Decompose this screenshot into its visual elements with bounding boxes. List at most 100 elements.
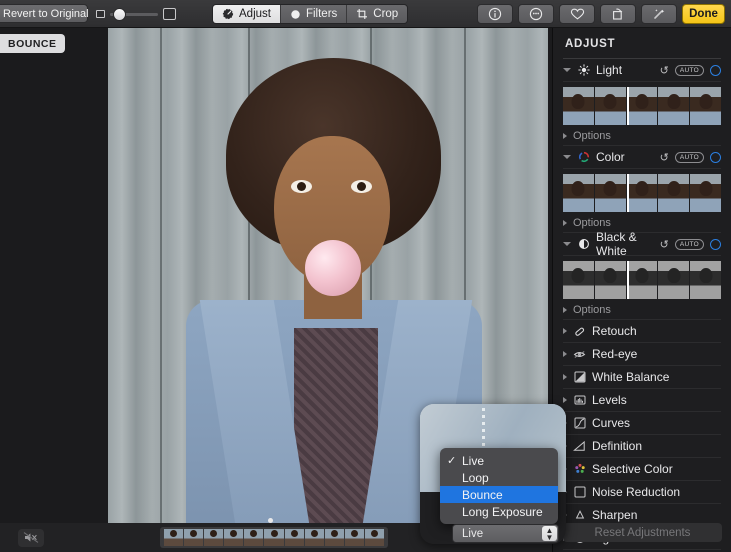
comment-circle-icon (529, 7, 543, 21)
reset-adjustments-label: Reset Adjustments (595, 527, 691, 539)
sidebar-group-blackwhite[interactable]: Black & White ↺ AUTO (563, 233, 721, 256)
playhead-marker[interactable] (268, 518, 273, 523)
variant-thumbnail-selected[interactable] (627, 174, 658, 212)
disclosure-triangle-icon[interactable] (563, 328, 567, 334)
sidebar-item-definition[interactable]: Definition (563, 435, 721, 458)
filmstrip-frame[interactable] (184, 529, 203, 546)
blackwhite-options-row[interactable]: Options (563, 301, 721, 320)
zoom-slider-knob[interactable] (113, 8, 126, 21)
variant-thumbnail[interactable] (690, 261, 721, 299)
done-button[interactable]: Done (682, 4, 725, 24)
variant-thumbnail[interactable] (690, 87, 721, 125)
zoom-slider[interactable] (96, 5, 176, 23)
noise-reduction-icon (573, 486, 586, 498)
variant-thumbnail[interactable] (658, 174, 689, 212)
sidebar-group-color[interactable]: Color ↺ AUTO (563, 146, 721, 169)
filmstrip-frame[interactable] (244, 529, 263, 546)
variant-thumbnail[interactable] (563, 174, 594, 212)
disclosure-triangle-icon[interactable] (563, 397, 567, 403)
sidebar-item-white-balance-label: White Balance (592, 370, 721, 384)
sidebar-group-blackwhite-label: Black & White (596, 230, 654, 258)
info-button[interactable] (477, 4, 513, 24)
live-mode-dropdown-menu[interactable]: ✓ Live Loop Bounce Long Exposure (440, 448, 558, 524)
variant-thumbnail[interactable] (658, 87, 689, 125)
disclosure-triangle-icon[interactable] (563, 133, 567, 139)
disclosure-triangle-icon[interactable] (563, 374, 567, 380)
up-down-chevron-icon[interactable]: ▲▼ (542, 526, 557, 541)
rotate-button[interactable] (600, 4, 636, 24)
disclosure-triangle-icon[interactable] (563, 68, 571, 72)
menu-item-live[interactable]: ✓ Live (440, 452, 558, 469)
plank-line (160, 28, 162, 523)
favorite-button[interactable] (559, 4, 595, 24)
sidebar-title: ADJUST (563, 28, 721, 59)
sidebar-item-levels[interactable]: Levels (563, 389, 721, 412)
sidebar-group-light[interactable]: Light ↺ AUTO (563, 59, 721, 82)
filmstrip-frame[interactable] (224, 529, 243, 546)
auto-badge-blackwhite[interactable]: AUTO (675, 239, 704, 250)
filmstrip-frame[interactable] (204, 529, 223, 546)
comment-button[interactable] (518, 4, 554, 24)
variant-thumbnail[interactable] (595, 174, 626, 212)
revert-to-original-button[interactable]: Revert to Original (0, 4, 88, 23)
sidebar-item-curves[interactable]: Curves (563, 412, 721, 435)
variant-thumbnail-selected[interactable] (627, 87, 658, 125)
menu-item-live-label: Live (462, 454, 484, 468)
filmstrip-frame[interactable] (365, 529, 384, 546)
filmstrip-frame[interactable] (305, 529, 324, 546)
disclosure-triangle-icon[interactable] (563, 351, 567, 357)
sidebar-item-noise-reduction[interactable]: Noise Reduction (563, 481, 721, 504)
revert-icon[interactable]: ↺ (660, 64, 669, 77)
variant-thumbnail[interactable] (595, 261, 626, 299)
sidebar-item-selective-color-label: Selective Color (592, 462, 721, 476)
color-dial-toggle[interactable] (710, 152, 721, 163)
sidebar-item-retouch[interactable]: Retouch (563, 320, 721, 343)
revert-icon[interactable]: ↺ (660, 151, 669, 164)
menu-item-loop[interactable]: Loop (440, 469, 558, 486)
auto-badge-light[interactable]: AUTO (675, 65, 704, 76)
tab-filters-label: Filters (306, 8, 337, 20)
disclosure-triangle-icon[interactable] (563, 307, 567, 313)
variant-thumbnail[interactable] (690, 174, 721, 212)
blackwhite-variant-thumbnails[interactable] (563, 261, 721, 299)
variant-thumbnail[interactable] (563, 87, 594, 125)
filters-circle-icon (290, 9, 301, 20)
auto-badge-color[interactable]: AUTO (675, 152, 704, 163)
filmstrip-frame[interactable] (325, 529, 344, 546)
menu-item-long-exposure[interactable]: Long Exposure (440, 503, 558, 520)
live-mode-select[interactable]: Live ▲▼ (452, 524, 559, 543)
variant-thumbnail[interactable] (563, 261, 594, 299)
sidebar-item-selective-color[interactable]: Selective Color (563, 458, 721, 481)
filmstrip-frame[interactable] (264, 529, 283, 546)
mute-button[interactable] (18, 529, 44, 547)
variant-thumbnail-selected[interactable] (627, 261, 658, 299)
light-variant-thumbnails[interactable] (563, 87, 721, 125)
zoom-slider-track[interactable] (110, 13, 158, 16)
tab-crop[interactable]: Crop (347, 5, 407, 23)
live-photo-badge-label: BOUNCE (8, 38, 57, 50)
blackwhite-dial-toggle[interactable] (710, 239, 721, 250)
filmstrip-frame[interactable] (285, 529, 304, 546)
light-dial-toggle[interactable] (710, 65, 721, 76)
light-options-row[interactable]: Options (563, 127, 721, 146)
tab-adjust[interactable]: Adjust (213, 5, 281, 23)
auto-enhance-button[interactable] (641, 4, 677, 24)
disclosure-triangle-icon[interactable] (563, 220, 567, 226)
variant-thumbnail[interactable] (595, 87, 626, 125)
menu-item-long-exposure-label: Long Exposure (462, 505, 543, 519)
reset-adjustments-button[interactable]: Reset Adjustments (563, 523, 722, 542)
revert-icon[interactable]: ↺ (660, 238, 669, 251)
filmstrip-frame[interactable] (345, 529, 364, 546)
menu-item-bounce[interactable]: Bounce (440, 486, 558, 503)
crop-icon (356, 8, 368, 20)
disclosure-triangle-icon[interactable] (563, 242, 571, 246)
filmstrip-frame[interactable] (164, 529, 183, 546)
color-variant-thumbnails[interactable] (563, 174, 721, 212)
tab-filters[interactable]: Filters (281, 5, 347, 23)
sidebar-item-red-eye[interactable]: Red-eye (563, 343, 721, 366)
speaker-mute-icon (23, 531, 39, 544)
variant-thumbnail[interactable] (658, 261, 689, 299)
video-filmstrip[interactable] (160, 527, 388, 548)
sidebar-item-white-balance[interactable]: White Balance (563, 366, 721, 389)
disclosure-triangle-icon[interactable] (563, 155, 571, 159)
